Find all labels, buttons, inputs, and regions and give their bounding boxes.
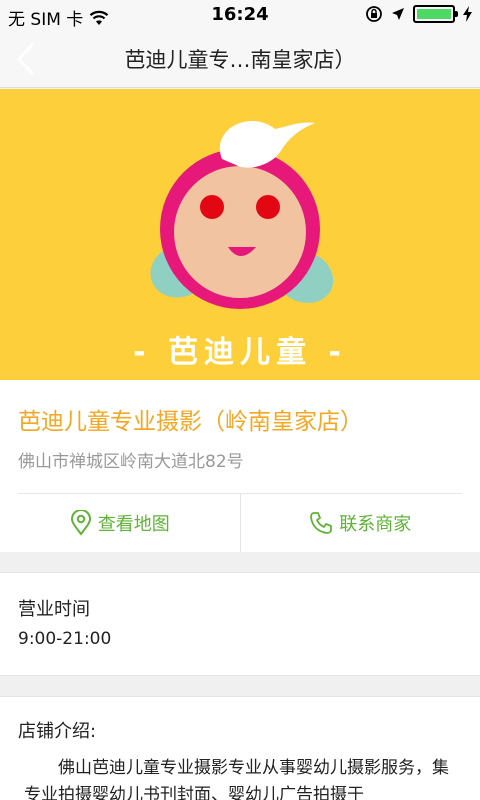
status-bar: 无 SIM 卡 16:24 (0, 0, 480, 30)
store-intro-title: 店铺介绍: (18, 721, 97, 742)
contact-merchant-label: 联系商家 (339, 514, 412, 535)
store-intro-card: 店铺介绍: 佛山芭迪儿童专业摄影专业从事婴幼儿摄影服务，集专业拍摄婴幼儿书刊封面… (0, 696, 480, 800)
store-banner: - 芭迪儿童 - (0, 89, 480, 380)
back-button[interactable] (12, 42, 42, 76)
store-intro-text: 佛山芭迪儿童专业摄影专业从事婴幼儿摄影服务，集专业拍摄婴幼儿书刊封面、婴幼儿广告… (24, 758, 449, 800)
battery-level (417, 9, 451, 19)
rotation-lock-icon (366, 6, 382, 22)
battery-icon (413, 5, 458, 23)
phone-icon (310, 512, 333, 534)
view-map-label: 查看地图 (97, 514, 170, 535)
business-hours-card: 营业时间 9:00-21:00 (0, 572, 480, 676)
status-icons (365, 5, 472, 23)
contact-merchant-button[interactable]: 联系商家 (241, 494, 480, 552)
location-pin-icon (70, 510, 91, 536)
business-hours-title: 营业时间 (18, 599, 90, 620)
view-map-button[interactable]: 查看地图 (0, 494, 240, 552)
location-arrow-icon (392, 8, 404, 20)
store-address: 佛山市禅城区岭南大道北82号 (18, 452, 244, 472)
store-info-card: 芭迪儿童专业摄影（岭南皇家店） 佛山市禅城区岭南大道北82号 查看地图 联系商家 (0, 380, 480, 552)
page-title: 芭迪儿童专…南皇家店） (124, 48, 356, 72)
business-hours-value: 9:00-21:00 (18, 629, 112, 649)
store-name: 芭迪儿童专业摄影（岭南皇家店） (18, 409, 363, 435)
charging-bolt-icon (463, 6, 472, 22)
action-row: 查看地图 联系商家 (0, 494, 480, 552)
chevron-left-icon (16, 43, 34, 75)
navigation-bar: 芭迪儿童专…南皇家店） (0, 30, 480, 88)
brand-name: - 芭迪儿童 - (133, 335, 347, 370)
